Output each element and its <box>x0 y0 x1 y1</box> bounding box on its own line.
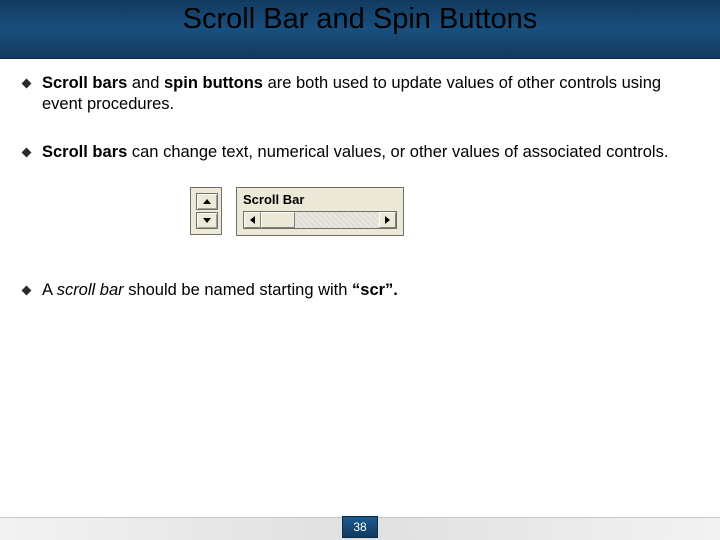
diamond-bullet-icon <box>22 286 32 296</box>
spin-up-button[interactable] <box>196 193 218 210</box>
bullet-2-text: Scroll bars can change text, numerical v… <box>42 142 698 163</box>
triangle-down-icon <box>203 218 211 223</box>
bullet-2-bold: Scroll bars <box>42 143 127 161</box>
horizontal-scrollbar[interactable] <box>243 211 397 229</box>
bullet-1-mid: and <box>127 74 164 92</box>
title-band: Scroll Bar and Spin Buttons <box>0 0 720 59</box>
bullet-1: Scroll bars and spin buttons are both us… <box>22 73 698 116</box>
slide-title: Scroll Bar and Spin Buttons <box>0 0 720 44</box>
bullet-3-pre: A <box>42 281 57 299</box>
bullet-2: Scroll bars can change text, numerical v… <box>22 142 698 163</box>
bullet-1-bold-2: spin buttons <box>164 74 263 92</box>
spin-button-widget <box>190 187 222 235</box>
bullet-2-rest: can change text, numerical values, or ot… <box>127 143 668 161</box>
scroll-thumb[interactable] <box>261 212 295 228</box>
bullet-3-text: A scroll bar should be named starting wi… <box>42 280 698 301</box>
bullet-3-mid: should be named starting with <box>124 281 352 299</box>
page-number: 38 <box>342 516 378 538</box>
bullet-3-italic: scroll bar <box>57 281 124 299</box>
diamond-bullet-icon <box>22 79 32 89</box>
content-area: Scroll bars and spin buttons are both us… <box>0 59 720 302</box>
triangle-up-icon <box>203 199 211 204</box>
scroll-right-button[interactable] <box>379 212 396 228</box>
bullet-3: A scroll bar should be named starting wi… <box>22 280 698 301</box>
scroll-track[interactable] <box>261 212 379 228</box>
controls-illustration: Scroll Bar <box>190 187 698 236</box>
scroll-bar-widget: Scroll Bar <box>236 187 404 236</box>
triangle-right-icon <box>385 216 390 224</box>
scroll-bar-label: Scroll Bar <box>243 192 397 207</box>
bullet-1-bold-1: Scroll bars <box>42 74 127 92</box>
scroll-left-button[interactable] <box>244 212 261 228</box>
triangle-left-icon <box>250 216 255 224</box>
diamond-bullet-icon <box>22 148 32 158</box>
slide-footer: 38 <box>0 517 720 540</box>
bullet-3-bold: “scr”. <box>352 281 398 299</box>
spin-down-button[interactable] <box>196 212 218 229</box>
bullet-1-text: Scroll bars and spin buttons are both us… <box>42 73 698 116</box>
